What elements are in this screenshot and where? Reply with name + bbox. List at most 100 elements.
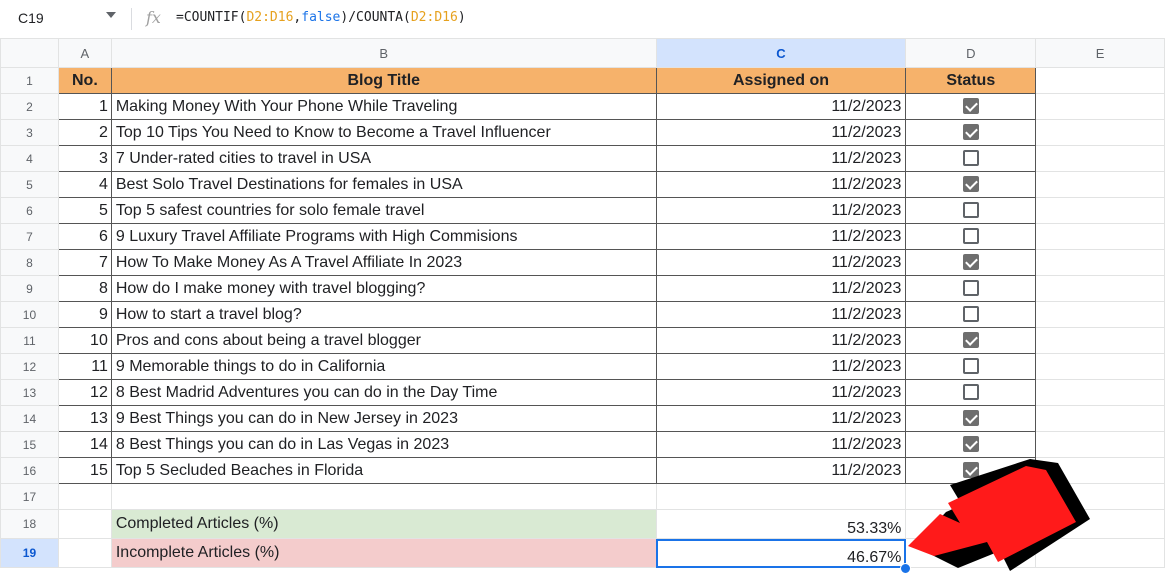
cell-blog-title[interactable]: Top 10 Tips You Need to Know to Become a… [110, 119, 657, 146]
formula-input[interactable]: =COUNTIF(D2:D16,false)/COUNTA(D2:D16) [176, 10, 466, 25]
cell-blog-title[interactable]: How To Make Money As A Travel Affiliate … [110, 249, 657, 276]
cell-no[interactable]: 6 [57, 223, 112, 250]
empty-cell[interactable] [1035, 405, 1165, 432]
column-header-c[interactable]: C [655, 38, 907, 68]
cell-assigned-date[interactable]: 11/2/2023 [655, 457, 907, 484]
cell-no[interactable]: 12 [57, 379, 112, 406]
cell-assigned-date[interactable]: 11/2/2023 [655, 119, 907, 146]
cell-blog-title[interactable]: Pros and cons about being a travel blogg… [110, 327, 657, 354]
checkbox-unchecked[interactable] [962, 280, 979, 297]
row-header[interactable]: 3 [0, 119, 59, 146]
cell-no[interactable]: 10 [57, 327, 112, 354]
cell-blog-title[interactable]: Top 5 Secluded Beaches in Florida [110, 457, 657, 484]
row-header[interactable]: 11 [0, 327, 59, 354]
empty-cell[interactable] [1035, 119, 1165, 146]
checkbox-unchecked[interactable] [962, 150, 979, 167]
cell-blog-title[interactable]: How to start a travel blog? [110, 301, 657, 328]
row-header-selected[interactable]: 19 [0, 538, 59, 568]
column-header-b[interactable]: B [110, 38, 657, 68]
row-header[interactable]: 6 [0, 197, 59, 224]
name-box-dropdown-icon[interactable] [106, 12, 116, 18]
cell-no[interactable]: 15 [57, 457, 112, 484]
header-cell-no[interactable]: No. [57, 67, 112, 94]
cell-assigned-date[interactable]: 11/2/2023 [655, 379, 907, 406]
empty-cell[interactable] [57, 483, 112, 510]
cell-status[interactable] [905, 145, 1037, 172]
checkbox-unchecked[interactable] [962, 228, 979, 245]
row-header[interactable]: 2 [0, 93, 59, 120]
cell-status[interactable] [905, 119, 1037, 146]
cell-no[interactable]: 3 [57, 145, 112, 172]
name-box[interactable]: C19 [18, 10, 44, 26]
empty-cell[interactable] [1035, 197, 1165, 224]
checkbox-checked[interactable] [962, 436, 979, 453]
empty-cell[interactable] [905, 509, 1037, 539]
cell-assigned-date[interactable]: 11/2/2023 [655, 405, 907, 432]
fill-handle[interactable] [900, 563, 911, 574]
row-header[interactable]: 4 [0, 145, 59, 172]
select-all-corner[interactable] [0, 38, 59, 68]
empty-cell[interactable] [905, 483, 1037, 510]
cell-blog-title[interactable]: 9 Best Things you can do in New Jersey i… [110, 405, 657, 432]
row-header[interactable]: 10 [0, 301, 59, 328]
cell-no[interactable]: 11 [57, 353, 112, 380]
row-header[interactable]: 7 [0, 223, 59, 250]
completed-articles-value[interactable]: 53.33% [655, 509, 907, 539]
cell-blog-title[interactable]: 8 Best Madrid Adventures you can do in t… [110, 379, 657, 406]
cell-no[interactable]: 9 [57, 301, 112, 328]
incomplete-articles-value[interactable]: 46.67% [655, 538, 907, 568]
row-header[interactable]: 9 [0, 275, 59, 302]
empty-cell[interactable] [1035, 67, 1165, 94]
checkbox-checked[interactable] [962, 254, 979, 271]
empty-cell[interactable] [1035, 275, 1165, 302]
empty-cell[interactable] [57, 509, 112, 539]
header-cell-assigned-on[interactable]: Assigned on [655, 67, 907, 94]
empty-cell[interactable] [1035, 301, 1165, 328]
column-header-d[interactable]: D [905, 38, 1037, 68]
cell-assigned-date[interactable]: 11/2/2023 [655, 197, 907, 224]
empty-cell[interactable] [1035, 457, 1165, 484]
header-cell-status[interactable]: Status [905, 67, 1037, 94]
cell-assigned-date[interactable]: 11/2/2023 [655, 301, 907, 328]
checkbox-checked[interactable] [962, 332, 979, 349]
header-cell-blog-title[interactable]: Blog Title [110, 67, 657, 94]
row-header[interactable]: 15 [0, 431, 59, 458]
checkbox-unchecked[interactable] [962, 202, 979, 219]
cell-status[interactable] [905, 197, 1037, 224]
cell-status[interactable] [905, 379, 1037, 406]
row-header[interactable]: 12 [0, 353, 59, 380]
cell-status[interactable] [905, 171, 1037, 198]
checkbox-checked[interactable] [962, 462, 979, 479]
row-header[interactable]: 14 [0, 405, 59, 432]
cell-no[interactable]: 8 [57, 275, 112, 302]
cell-status[interactable] [905, 327, 1037, 354]
empty-cell[interactable] [1035, 379, 1165, 406]
checkbox-unchecked[interactable] [962, 358, 979, 375]
cell-assigned-date[interactable]: 11/2/2023 [655, 327, 907, 354]
cell-status[interactable] [905, 457, 1037, 484]
empty-cell[interactable] [1035, 249, 1165, 276]
cell-no[interactable]: 1 [57, 93, 112, 120]
cell-assigned-date[interactable]: 11/2/2023 [655, 249, 907, 276]
cell-blog-title[interactable]: 9 Memorable things to do in California [110, 353, 657, 380]
cell-status[interactable] [905, 353, 1037, 380]
checkbox-unchecked[interactable] [962, 384, 979, 401]
cell-blog-title[interactable]: 8 Best Things you can do in Las Vegas in… [110, 431, 657, 458]
empty-cell[interactable] [1035, 223, 1165, 250]
cell-no[interactable]: 7 [57, 249, 112, 276]
incomplete-articles-label[interactable]: Incomplete Articles (%) [110, 538, 657, 568]
empty-cell[interactable] [655, 483, 907, 510]
cell-assigned-date[interactable]: 11/2/2023 [655, 275, 907, 302]
empty-cell[interactable] [1035, 538, 1165, 568]
cell-blog-title[interactable]: How do I make money with travel blogging… [110, 275, 657, 302]
cell-status[interactable] [905, 431, 1037, 458]
empty-cell[interactable] [905, 538, 1037, 568]
cell-status[interactable] [905, 249, 1037, 276]
checkbox-checked[interactable] [962, 124, 979, 141]
cell-blog-title[interactable]: Making Money With Your Phone While Trave… [110, 93, 657, 120]
cell-no[interactable]: 5 [57, 197, 112, 224]
empty-cell[interactable] [1035, 93, 1165, 120]
cell-no[interactable]: 4 [57, 171, 112, 198]
column-header-a[interactable]: A [57, 38, 112, 68]
cell-status[interactable] [905, 405, 1037, 432]
